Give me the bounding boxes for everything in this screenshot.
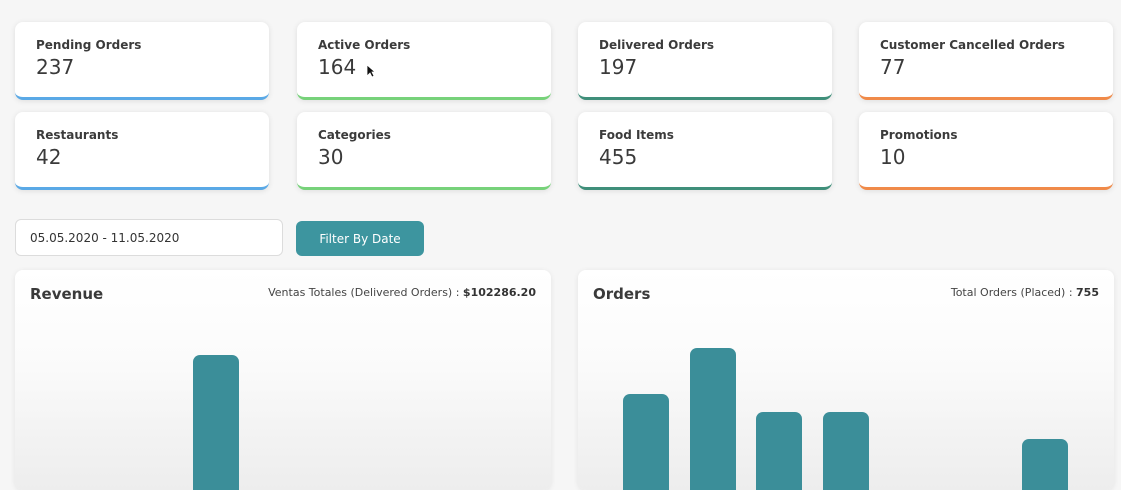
stat-card-categories[interactable]: Categories 30 [297, 112, 551, 190]
chart-bar [193, 355, 239, 490]
stat-value: 77 [880, 55, 906, 79]
stat-card-customer-cancelled-orders[interactable]: Customer Cancelled Orders 77 [859, 22, 1113, 100]
stat-value: 197 [599, 55, 638, 79]
orders-bar-chart [578, 270, 1114, 490]
stat-value: 455 [599, 145, 638, 169]
stat-label: Delivered Orders [599, 38, 715, 52]
filter-by-date-button[interactable]: Filter By Date [296, 221, 424, 256]
stat-card-active-orders[interactable]: Active Orders 164 [297, 22, 551, 100]
stat-card-restaurants[interactable]: Restaurants 42 [15, 112, 269, 190]
stat-card-pending-orders[interactable]: Pending Orders 237 [15, 22, 269, 100]
stat-label: Categories [318, 128, 391, 142]
date-range-input[interactable] [15, 219, 283, 256]
stat-card-delivered-orders[interactable]: Delivered Orders 197 [578, 22, 832, 100]
chart-bar [756, 412, 802, 490]
mouse-cursor-icon [366, 64, 376, 78]
stat-value: 237 [36, 55, 75, 79]
stat-value: 164 [318, 55, 357, 79]
stat-value: 30 [318, 145, 344, 169]
stat-label: Food Items [599, 128, 674, 142]
stat-label: Active Orders [318, 38, 411, 52]
stat-label: Promotions [880, 128, 958, 142]
chart-bar [822, 412, 869, 490]
stat-label: Pending Orders [36, 38, 142, 52]
stat-label: Customer Cancelled Orders [880, 38, 1065, 52]
stat-card-food-items[interactable]: Food Items 455 [578, 112, 832, 190]
stat-label: Restaurants [36, 128, 119, 142]
revenue-panel: Revenue Ventas Totales (Delivered Orders… [15, 270, 551, 490]
chart-bar [689, 348, 736, 490]
orders-panel: Orders Total Orders (Placed) : 755 [578, 270, 1114, 490]
chart-bar [1022, 439, 1068, 490]
stat-value: 42 [36, 145, 62, 169]
chart-bar [623, 394, 669, 490]
stat-value: 10 [880, 145, 906, 169]
revenue-bar-chart [15, 270, 551, 490]
stat-card-promotions[interactable]: Promotions 10 [859, 112, 1113, 190]
